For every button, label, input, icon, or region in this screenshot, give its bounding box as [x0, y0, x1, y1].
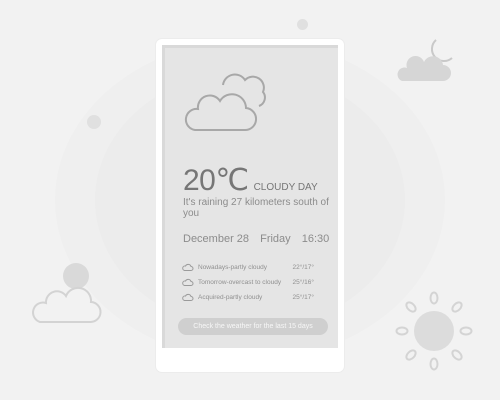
phone-frame: 20℃ CLOUDY DAY It's raining 27 kilometer…: [156, 39, 344, 372]
forecast-label: Nowadays-partly cloudy: [198, 264, 268, 271]
forecast-item: Nowadays-partly cloudy 22°/17°: [182, 261, 322, 276]
weekday: Friday: [260, 233, 291, 245]
weather-card: 20℃ CLOUDY DAY It's raining 27 kilometer…: [162, 45, 338, 348]
cloud-icon: [184, 73, 266, 132]
weather-description: It's raining 27 kilometers south of you: [183, 197, 329, 219]
time: 16:30: [301, 233, 330, 245]
forecast-temp: 25°/16°: [292, 279, 314, 286]
forecast-temp: 25°/17°: [292, 294, 314, 301]
moon-cloud-icon: [397, 39, 453, 81]
forecast-item: Acquired-partly cloudy 25°/17°: [182, 291, 322, 306]
forecast-list: Nowadays-partly cloudy 22°/17° Tomorrow-…: [182, 261, 322, 306]
forecast-label: Acquired-partly cloudy: [198, 294, 263, 301]
date: December 28: [183, 233, 250, 245]
forecast-temp: 22°/17°: [292, 264, 314, 271]
current-weather: 20℃ CLOUDY DAY: [183, 163, 318, 198]
small-cloud-icon: [182, 263, 194, 271]
weather-illustration: 20℃ CLOUDY DAY It's raining 27 kilometer…: [0, 0, 500, 400]
decor-dot-top: [297, 19, 308, 30]
small-cloud-icon: [182, 293, 194, 301]
condition: CLOUDY DAY: [253, 182, 318, 193]
date-time: December 28 Friday 16:30: [183, 233, 329, 245]
sun-cloud-icon: [32, 263, 102, 324]
sun-icon: [395, 291, 473, 371]
history-button[interactable]: Check the weather for the last 15 days: [178, 318, 328, 335]
forecast-item: Tomorrow-overcast to cloudy 25°/16°: [182, 276, 322, 291]
forecast-label: Tomorrow-overcast to cloudy: [198, 279, 282, 286]
small-cloud-icon: [182, 278, 194, 286]
temperature: 20℃: [183, 164, 249, 197]
decor-dot-left: [87, 115, 101, 129]
